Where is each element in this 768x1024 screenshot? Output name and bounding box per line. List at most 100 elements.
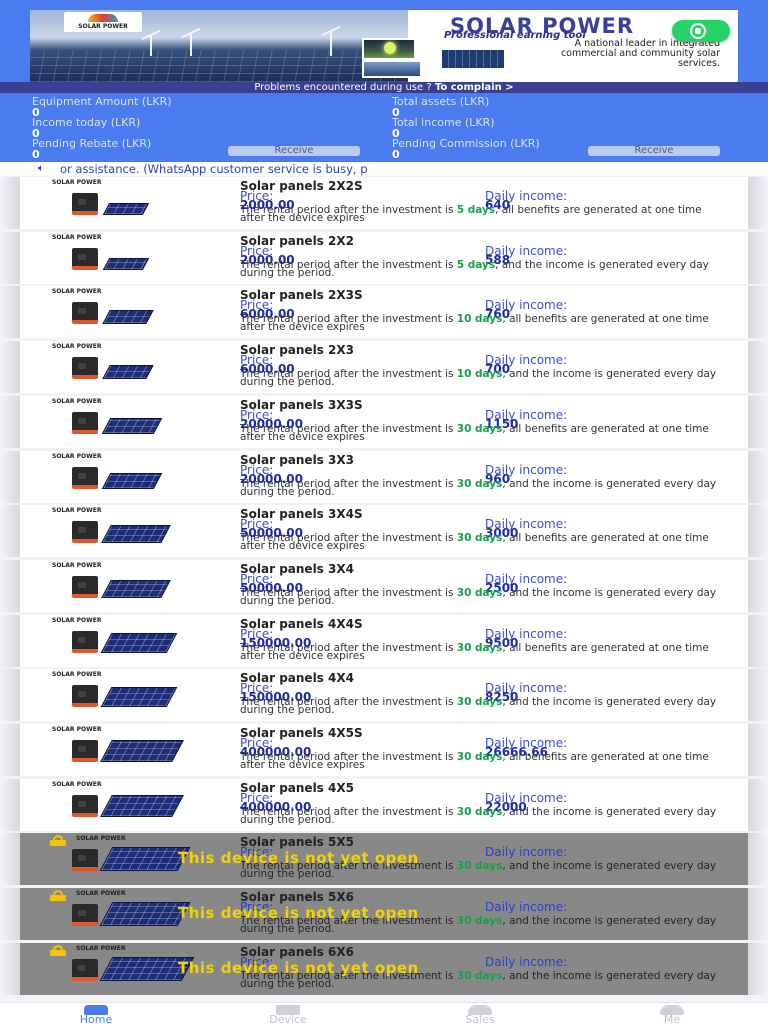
product-brand: SOLAR POWER bbox=[76, 945, 126, 952]
product-brand: SOLAR POWER bbox=[76, 835, 126, 842]
product-brand: SOLAR POWER bbox=[52, 179, 102, 186]
product-card[interactable]: SOLAR POWER Solar panels 5X5 Price: Daily i… bbox=[20, 833, 748, 885]
locked-message: This device is not yet open bbox=[178, 904, 419, 922]
product-description: The rental period after the investment i… bbox=[240, 642, 709, 662]
product-description: The rental period after the investment i… bbox=[240, 532, 709, 552]
product-description: The rental period after the investment i… bbox=[240, 751, 709, 771]
solar-panel-icon bbox=[99, 847, 191, 871]
product-card[interactable]: SOLAR POWER Solar panels 4X5 Price: 400000.… bbox=[20, 779, 748, 831]
stat-total-assets: Total assets (LKR) 0 bbox=[392, 95, 490, 119]
solar-panel-icon bbox=[101, 525, 171, 543]
complain-text: Problems encountered during use ? bbox=[254, 82, 435, 93]
inverter-icon bbox=[72, 576, 98, 598]
receive-rebate-button[interactable]: Receive bbox=[228, 146, 360, 156]
tab-me-label: Me bbox=[663, 1013, 681, 1024]
complain-bar[interactable]: Problems encountered during use ? To com… bbox=[0, 82, 768, 93]
product-description: The rental period after the investment i… bbox=[240, 423, 709, 443]
product-card[interactable]: SOLAR POWER Solar panels 4X4 Price: 150000.… bbox=[20, 669, 748, 721]
rental-days: 30 days bbox=[456, 642, 503, 654]
solar-panel-icon bbox=[102, 203, 150, 215]
daily-income-label: Daily income: bbox=[485, 900, 568, 914]
product-card[interactable]: SOLAR POWER Solar panels 4X4S Price: 150000… bbox=[20, 615, 748, 667]
product-card[interactable]: SOLAR POWER Solar panels 3X3 Price: 20000.0… bbox=[20, 451, 748, 503]
lock-icon bbox=[48, 945, 68, 956]
product-card[interactable]: SOLAR POWER Solar panels 6X6 Price: Daily i… bbox=[20, 943, 748, 995]
product-description: The rental period after the investment i… bbox=[240, 204, 702, 224]
lock-icon bbox=[48, 890, 68, 901]
product-description: The rental period after the investment i… bbox=[240, 478, 717, 498]
solar-panel-icon bbox=[100, 795, 184, 817]
solar-panel-icon bbox=[99, 902, 191, 926]
product-card[interactable]: SOLAR POWER Solar panels 2X2 Price: 2000.00… bbox=[20, 232, 748, 284]
product-brand: SOLAR POWER bbox=[52, 562, 102, 569]
product-card[interactable]: SOLAR POWER Solar panels 2X2S Price: 2000.0… bbox=[20, 177, 748, 229]
banner-carousel[interactable]: SOLAR POWER SOLAR POWER Professional ear… bbox=[30, 10, 738, 82]
product-description: The rental period after the investment i… bbox=[240, 806, 717, 826]
tab-device[interactable]: Device bbox=[228, 1003, 348, 1024]
rental-days: 30 days bbox=[456, 970, 503, 982]
rental-days: 5 days bbox=[456, 259, 496, 271]
carousel-indicator[interactable] bbox=[426, 74, 431, 79]
product-brand: SOLAR POWER bbox=[52, 288, 102, 295]
rental-days: 30 days bbox=[456, 478, 503, 490]
rental-days: 10 days bbox=[456, 313, 503, 325]
inverter-icon bbox=[72, 795, 98, 817]
rental-days: 30 days bbox=[456, 696, 503, 708]
bulb-thumbnail bbox=[362, 38, 416, 60]
rental-days: 30 days bbox=[456, 806, 503, 818]
rental-days: 30 days bbox=[456, 915, 503, 927]
inverter-icon bbox=[72, 248, 98, 270]
product-brand: SOLAR POWER bbox=[52, 671, 102, 678]
daily-income-label: Daily income: bbox=[485, 845, 568, 859]
solar-panel-icon bbox=[102, 365, 154, 379]
panel-thumbnail bbox=[362, 60, 422, 78]
solar-panel-icon bbox=[102, 258, 150, 270]
banner-logo: SOLAR POWER bbox=[64, 12, 142, 32]
inverter-icon bbox=[72, 849, 98, 871]
product-description: The rental period after the investment i… bbox=[240, 696, 717, 716]
product-card[interactable]: SOLAR POWER Solar panels 2X3S Price: 6000.0… bbox=[20, 286, 748, 338]
product-description: The rental period after the investment i… bbox=[240, 587, 717, 607]
tab-sales-label: Sales bbox=[465, 1013, 495, 1024]
inverter-icon bbox=[72, 521, 98, 543]
stat-income-today: Income today (LKR) 0 bbox=[32, 116, 141, 140]
solar-farm-thumbnail bbox=[440, 48, 506, 70]
bottom-tab-bar: Home Device Sales Me bbox=[0, 1002, 768, 1024]
tab-me[interactable]: Me bbox=[612, 1003, 732, 1024]
solar-panel-icon bbox=[100, 687, 178, 707]
solar-panel-icon bbox=[100, 633, 178, 653]
stat-pending-rebate: Pending Rebate (LKR) 0 bbox=[32, 137, 152, 161]
daily-income-label: Daily income: bbox=[485, 955, 568, 969]
banner-description: A national leader in integrated commerci… bbox=[560, 38, 720, 69]
rental-days: 5 days bbox=[456, 204, 496, 216]
product-description: The rental period after the investment i… bbox=[240, 259, 709, 279]
product-card[interactable]: SOLAR POWER Solar panels 2X3 Price: 6000.00… bbox=[20, 341, 748, 393]
product-card[interactable]: SOLAR POWER Solar panels 3X3S Price: 20000.… bbox=[20, 396, 748, 448]
solar-panel-icon bbox=[101, 580, 171, 598]
solar-panel-icon bbox=[100, 740, 184, 762]
rental-days: 30 days bbox=[456, 860, 503, 872]
complain-link[interactable]: To complain > bbox=[435, 82, 514, 93]
inverter-icon bbox=[72, 302, 98, 324]
inverter-icon bbox=[72, 740, 98, 762]
whatsapp-button[interactable] bbox=[672, 20, 730, 42]
inverter-icon bbox=[72, 467, 98, 489]
tab-device-label: Device bbox=[269, 1013, 307, 1024]
tab-home[interactable]: Home bbox=[36, 1003, 156, 1024]
product-card[interactable]: SOLAR POWER Solar panels 3X4 Price: 50000.0… bbox=[20, 560, 748, 612]
locked-message: This device is not yet open bbox=[178, 959, 419, 977]
receive-commission-button[interactable]: Receive bbox=[588, 146, 720, 156]
product-card[interactable]: SOLAR POWER Solar panels 5X6 Price: Daily i… bbox=[20, 888, 748, 940]
product-brand: SOLAR POWER bbox=[76, 890, 126, 897]
inverter-icon bbox=[72, 631, 98, 653]
inverter-icon bbox=[72, 904, 98, 926]
inverter-icon bbox=[72, 193, 98, 215]
stat-equipment-amount: Equipment Amount (LKR) 0 bbox=[32, 95, 172, 119]
product-card[interactable]: SOLAR POWER Solar panels 4X5S Price: 400000… bbox=[20, 724, 748, 776]
product-brand: SOLAR POWER bbox=[52, 234, 102, 241]
tab-sales[interactable]: Sales bbox=[420, 1003, 540, 1024]
product-brand: SOLAR POWER bbox=[52, 343, 102, 350]
notice-text: or assistance. (WhatsApp customer servic… bbox=[60, 162, 368, 176]
tab-home-label: Home bbox=[79, 1013, 113, 1024]
product-card[interactable]: SOLAR POWER Solar panels 3X4S Price: 50000.… bbox=[20, 505, 748, 557]
